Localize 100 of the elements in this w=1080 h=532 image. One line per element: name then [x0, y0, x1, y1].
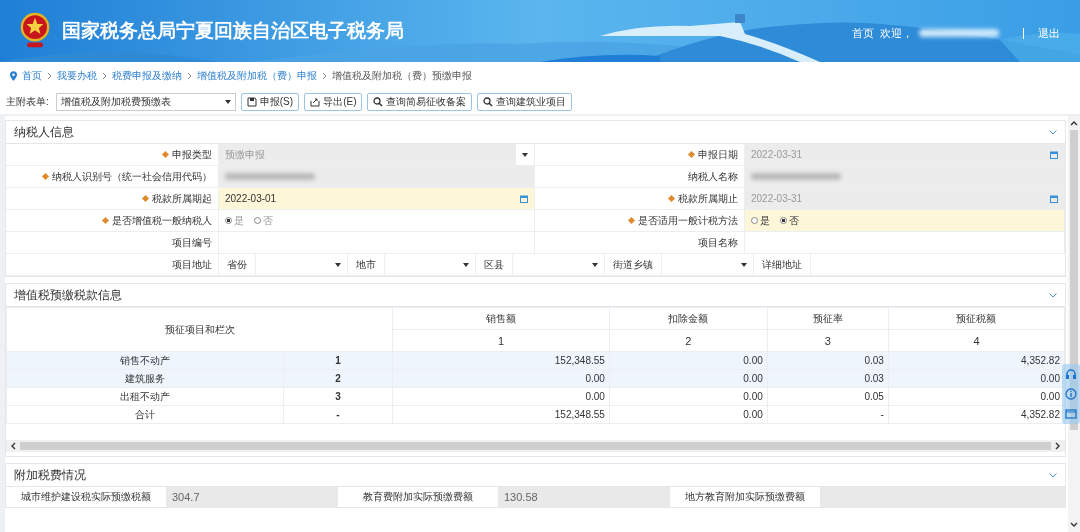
chevron-right-icon — [47, 72, 52, 80]
search-icon — [373, 97, 384, 107]
scroll-left-icon[interactable] — [10, 442, 16, 450]
scroll-down-icon[interactable] — [1070, 522, 1078, 528]
address-label: 省份 — [219, 254, 256, 275]
table-cell: - — [283, 405, 393, 424]
scrollbar-thumb[interactable] — [20, 442, 1051, 450]
table-cell: 销售不动产 — [6, 351, 284, 370]
home-link[interactable]: 首页 — [852, 25, 874, 41]
collapse-icon[interactable] — [1049, 292, 1057, 298]
section-title: 附加税费情况 — [14, 466, 86, 484]
required-marker-icon — [101, 216, 110, 225]
toolbar-button[interactable]: 查询建筑业项目 — [477, 93, 573, 111]
chevron-right-icon — [187, 72, 192, 80]
chevron-right-icon — [322, 72, 327, 80]
toolbar-button[interactable]: 查询简易征收备案 — [367, 93, 473, 111]
window-icon[interactable] — [1065, 408, 1077, 420]
collapse-icon[interactable] — [1049, 472, 1057, 478]
table-cell: 合计 — [6, 405, 284, 424]
search-icon — [483, 97, 494, 107]
radio-option[interactable]: 否 — [780, 213, 799, 228]
toolbar-button[interactable]: 导出(E) — [304, 93, 363, 111]
column-header: 销售额 — [392, 307, 610, 330]
table-cell: 4,352.82 — [888, 351, 1065, 370]
save-icon — [246, 97, 257, 107]
toolbar-button[interactable]: 申报(S) — [240, 93, 300, 111]
calendar-icon[interactable] — [520, 194, 528, 203]
table-cell: 2 — [283, 369, 393, 388]
field-label: 教育费附加实际预缴费额 — [338, 487, 498, 507]
scroll-right-icon[interactable] — [1055, 442, 1061, 450]
amount-field[interactable]: 304.7 — [166, 487, 338, 507]
export-icon — [310, 97, 321, 107]
caret-icon — [592, 262, 599, 267]
table-cell: 0.00 — [609, 351, 768, 370]
required-marker-icon — [687, 150, 696, 159]
breadcrumb-link[interactable]: 税费申报及缴纳 — [112, 69, 182, 83]
table-cell: 3 — [283, 387, 393, 406]
table-cell: 0.00 — [609, 369, 768, 388]
table-cell: 152,348.55 — [392, 351, 610, 370]
amount-field[interactable]: 130.58 — [498, 487, 670, 507]
breadcrumb-link[interactable]: 增值税及附加税（费）申报 — [197, 69, 317, 83]
column-index: 2 — [609, 329, 768, 352]
address-label: 街道乡镇 — [605, 254, 663, 275]
table-cell: 152,348.55 — [392, 405, 610, 424]
column-header: 预征项目和栏次 — [6, 307, 393, 352]
info-icon[interactable] — [1065, 388, 1077, 400]
caret-icon — [522, 152, 528, 157]
field-label: 地方教育附加实际预缴费额 — [670, 487, 820, 507]
caret-icon — [463, 262, 470, 267]
headset-icon[interactable] — [1065, 368, 1077, 380]
breadcrumb-link[interactable]: 首页 — [22, 69, 42, 83]
required-marker-icon — [667, 194, 676, 203]
column-index: 1 — [392, 329, 610, 352]
chevron-right-icon — [102, 72, 107, 80]
table-cell: 4,352.82 — [888, 405, 1065, 424]
required-marker-icon — [41, 172, 50, 181]
required-marker-icon — [627, 216, 636, 225]
address-label: 区县 — [476, 254, 514, 275]
date-field[interactable]: 2022-03-01 — [219, 188, 535, 209]
table-cell: 出租不动产 — [6, 387, 284, 406]
welcome-text: 欢迎， — [880, 25, 913, 41]
column-index: 4 — [888, 329, 1065, 352]
scroll-up-icon[interactable] — [1070, 120, 1078, 126]
section-title: 增值税预缴税款信息 — [14, 286, 122, 304]
table-cell: 0.00 — [888, 369, 1065, 388]
caret-icon — [740, 262, 747, 267]
logout-link[interactable]: 退出 — [1038, 25, 1060, 41]
table-cell: 建筑服务 — [6, 369, 284, 388]
field-label: 城市维护建设税实际预缴税额 — [6, 487, 166, 507]
column-index: 3 — [767, 329, 889, 352]
breadcrumb-link[interactable]: 我要办税 — [57, 69, 97, 83]
table-cell: 0.00 — [609, 405, 768, 424]
field-label: 项目名称 — [535, 232, 745, 253]
table-cell: 0.00 — [392, 369, 610, 388]
table-cell: 0.03 — [767, 351, 889, 370]
field-label: 项目地址 — [6, 254, 219, 275]
table-cell: - — [767, 405, 889, 424]
address-label: 详细地址 — [753, 254, 811, 275]
caret-icon — [334, 262, 341, 267]
section-title: 纳税人信息 — [14, 123, 74, 141]
table-cell: 0.03 — [767, 369, 889, 388]
breadcrumb-current: 增值税及附加税（费）预缴申报 — [332, 69, 472, 83]
address-label: 地市 — [347, 254, 385, 275]
location-pin-icon — [10, 71, 17, 81]
table-cell: 0.00 — [888, 387, 1065, 406]
form-select[interactable]: 增值税及附加税费预缴表 — [55, 93, 236, 111]
table-cell: 0.00 — [609, 387, 768, 406]
radio-option[interactable]: 是 — [751, 213, 770, 228]
column-header: 预征率 — [767, 307, 889, 330]
scrollbar-thumb[interactable] — [1070, 130, 1078, 430]
table-cell: 0.00 — [392, 387, 610, 406]
table-cell: 1 — [283, 351, 393, 370]
table-cell: 0.05 — [767, 387, 889, 406]
required-marker-icon — [161, 150, 170, 159]
form-label: 主附表单: — [6, 95, 49, 109]
caret-icon — [224, 100, 231, 104]
column-header: 扣除金额 — [609, 307, 768, 330]
site-title: 国家税务总局宁夏回族自治区电子税务局 — [62, 19, 404, 43]
collapse-icon[interactable] — [1049, 129, 1057, 135]
column-header: 预征税额 — [888, 307, 1065, 330]
